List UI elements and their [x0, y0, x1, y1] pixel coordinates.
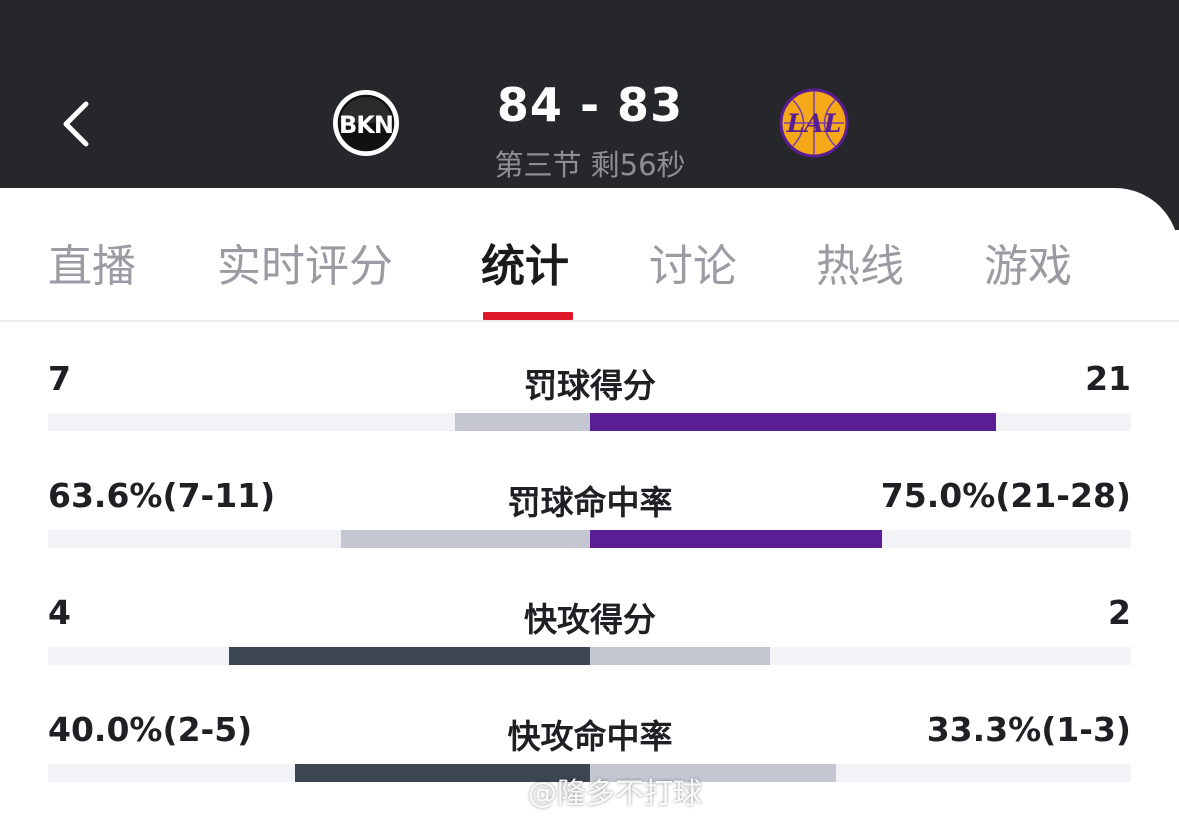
tab-discussion[interactable]: 讨论	[649, 230, 737, 294]
stat-row-fast-break-points: 4 快攻得分 2	[48, 593, 1131, 685]
away-stat-value: 75.0%(21-28)	[880, 476, 1131, 515]
chevron-left-icon	[63, 101, 89, 147]
away-team-abbr: LAL	[786, 109, 842, 138]
tab-hotline[interactable]: 热线	[816, 230, 904, 294]
back-button[interactable]	[56, 96, 104, 152]
stat-label: 快攻命中率	[507, 717, 673, 756]
home-team-logo[interactable]: BKN	[331, 88, 401, 158]
home-bar	[454, 413, 590, 431]
stat-row-free-throw-points: 7 罚球得分 21	[48, 359, 1131, 451]
tab-stats[interactable]: 统计	[481, 230, 569, 294]
watermark: @隆多不打球	[500, 770, 702, 812]
stat-label: 罚球命中率	[507, 483, 673, 522]
active-tab-indicator	[483, 312, 573, 320]
tab-games[interactable]: 游戏	[984, 230, 1072, 294]
home-stat-value: 40.0%(2-5)	[48, 710, 253, 749]
watermark-text: @隆多不打球	[528, 776, 703, 810]
away-team-logo[interactable]: LAL	[779, 88, 849, 158]
stat-label: 快攻得分	[524, 600, 656, 639]
stat-row-free-throw-pct: 63.6%(7-11) 罚球命中率 75.0%(21-28)	[48, 476, 1131, 568]
away-stat-value: 21	[1085, 359, 1131, 398]
away-stat-value: 33.3%(1-3)	[926, 710, 1131, 749]
tab-bar: 直播 实时评分 统计 讨论 热线 游戏	[0, 188, 1179, 322]
stat-label: 罚球得分	[524, 366, 656, 405]
home-stat-value: 4	[48, 593, 71, 632]
game-score: 84 - 83	[496, 78, 684, 132]
home-stat-value: 7	[48, 359, 71, 398]
comparison-bar-track	[48, 413, 1131, 431]
away-bar	[589, 647, 770, 665]
home-stat-value: 63.6%(7-11)	[48, 476, 276, 515]
away-stat-value: 2	[1108, 593, 1131, 632]
home-bar	[340, 530, 590, 548]
weibo-icon	[500, 778, 526, 812]
away-bar	[589, 530, 882, 548]
comparison-bar-track	[48, 530, 1131, 548]
tab-live-ratings[interactable]: 实时评分	[217, 230, 393, 294]
home-bar	[228, 647, 590, 665]
home-team-abbr: BKN	[339, 111, 393, 139]
away-bar	[589, 413, 996, 431]
tab-live[interactable]: 直播	[48, 230, 136, 294]
game-status: 第三节 剩56秒	[494, 148, 686, 182]
comparison-bar-track	[48, 647, 1131, 665]
